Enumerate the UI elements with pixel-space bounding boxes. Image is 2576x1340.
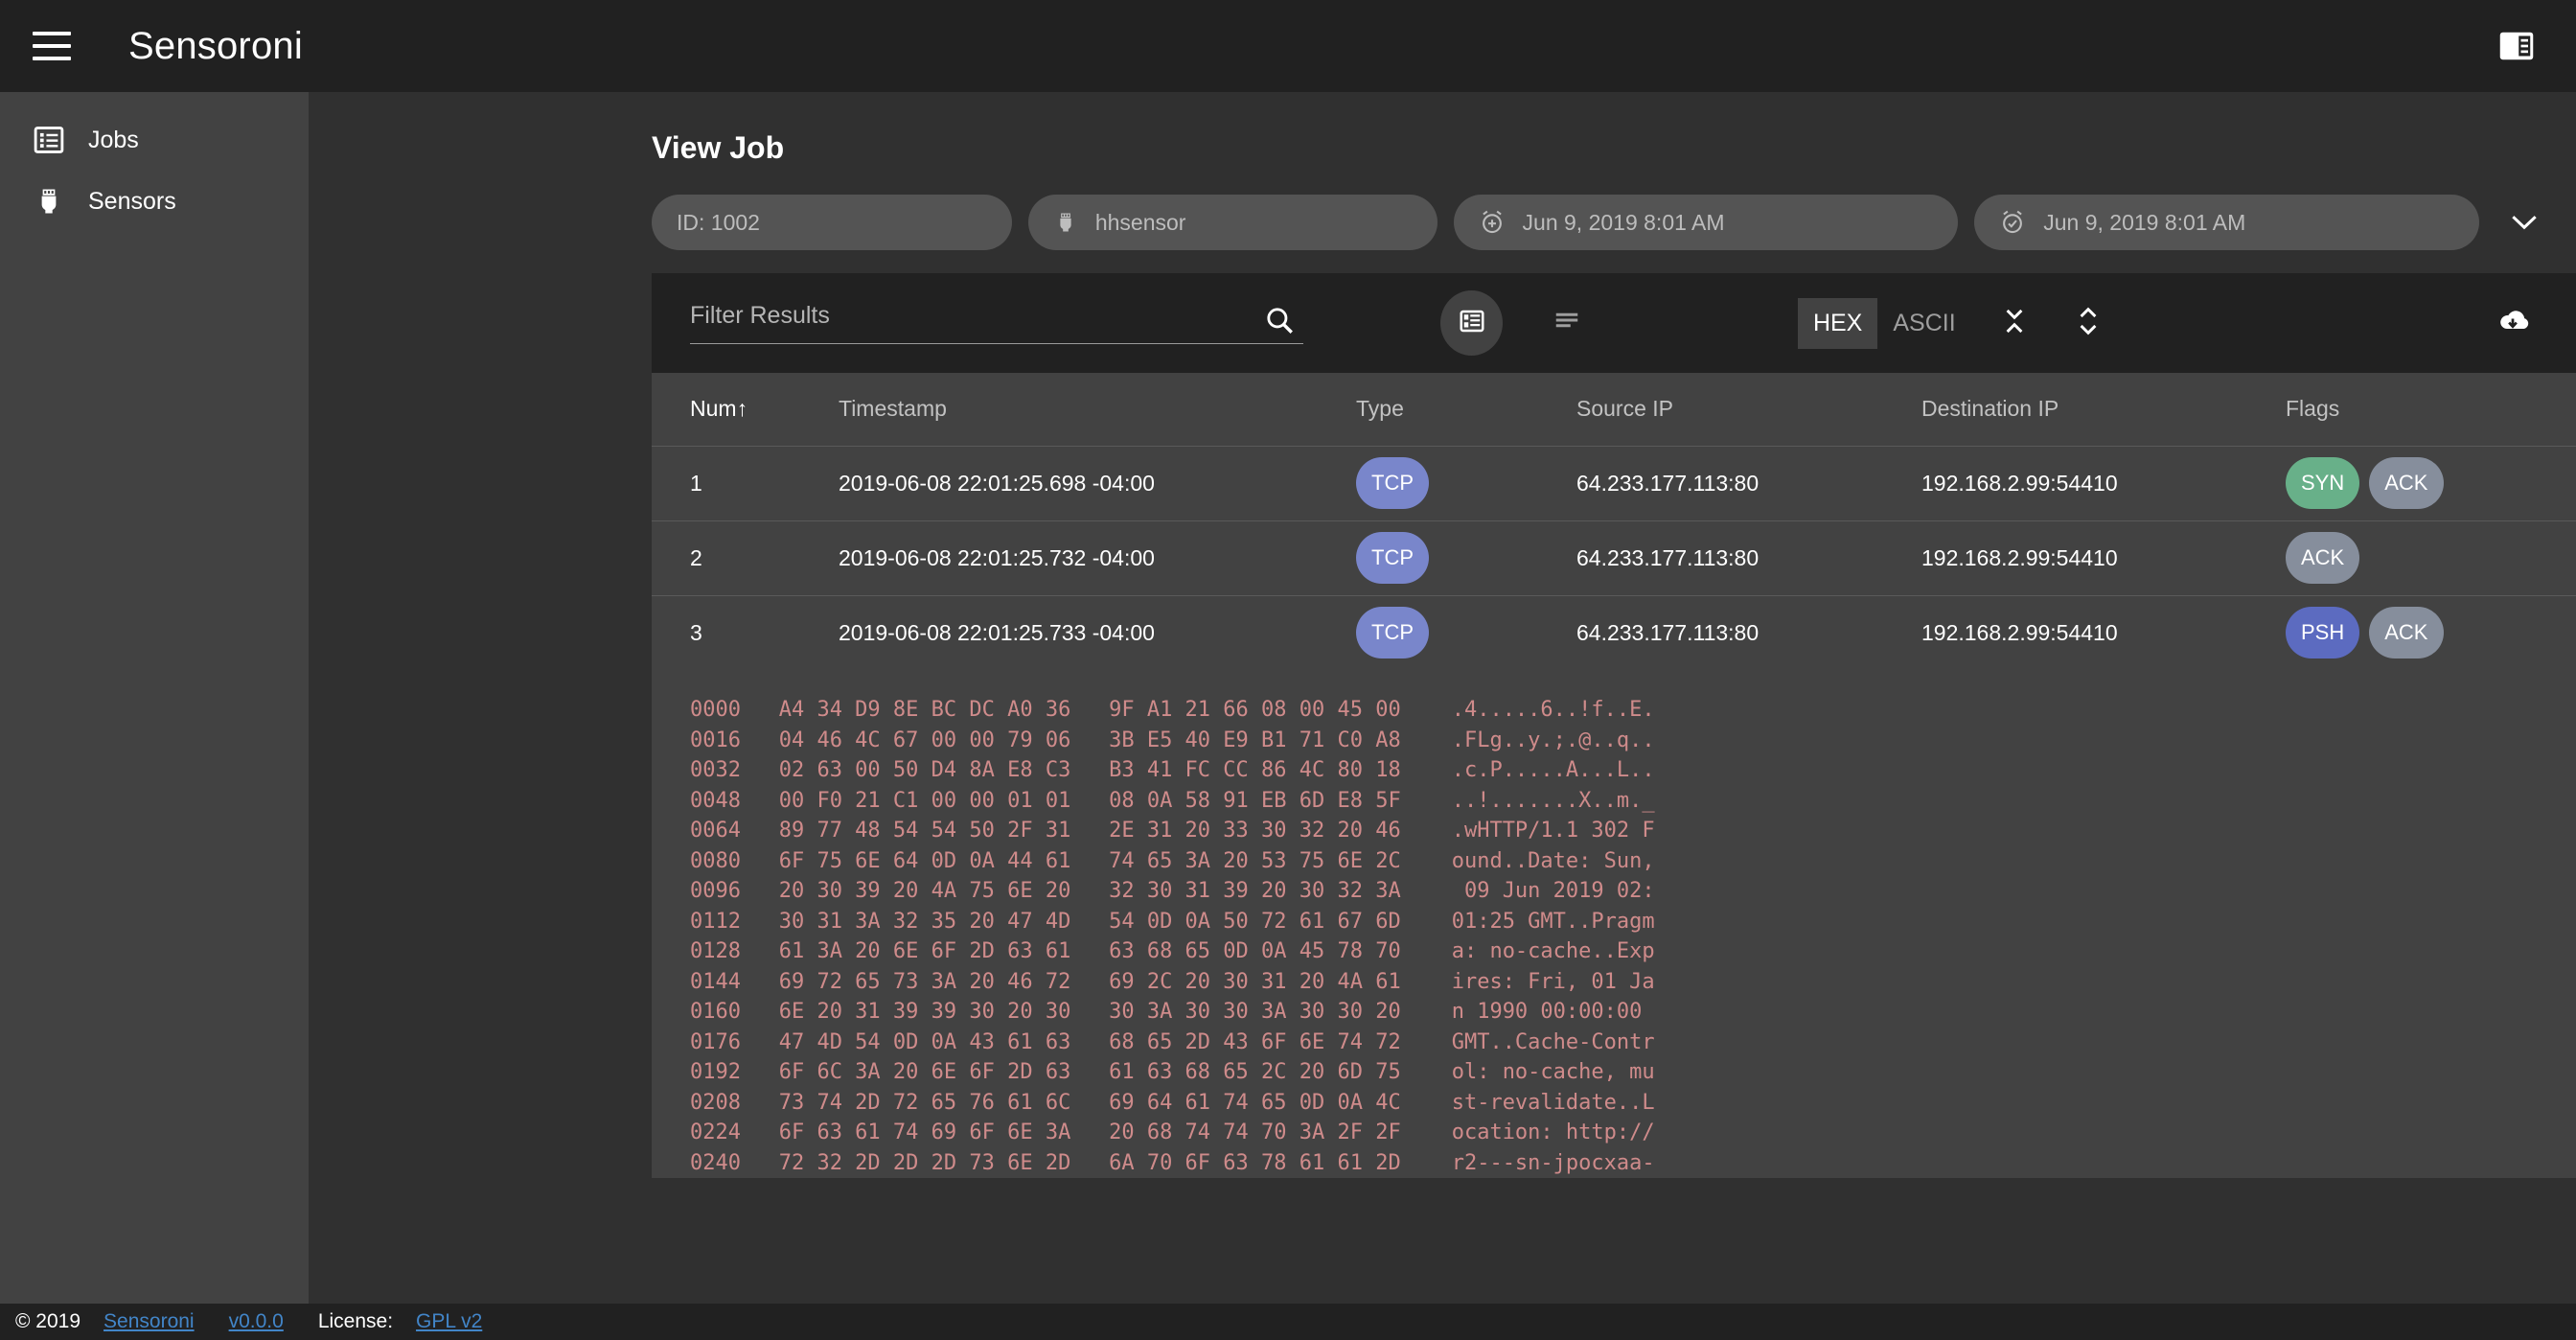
format-option-ascii[interactable]: ASCII [1877,298,1970,349]
hamburger-menu-icon[interactable] [33,21,82,71]
chip-label: Jun 9, 2019 8:01 AM [1522,209,1725,235]
table-row[interactable]: 1 2019-06-08 22:01:25.698 -04:00 TCP 64.… [652,445,2576,520]
flag-badge: ACK [2286,532,2360,584]
column-label: Num [690,396,737,422]
alarm-add-icon [1479,209,1506,236]
main-content: View Job ID: 1002 hhsensor Jun 9, 2019 8… [309,92,2576,1340]
sidebar-item-jobs[interactable]: Jobs [0,109,309,171]
cell-destination-ip: 192.168.2.99:54410 [1921,594,2286,670]
column-header-source-ip[interactable]: Source IP [1576,373,1921,446]
top-app-bar: Sensoroni [0,0,2576,92]
sort-ascending-icon: ↑ [736,396,748,422]
chip-start-time[interactable]: Jun 9, 2019 8:01 AM [1453,195,1959,250]
sensor-device-icon [19,185,79,218]
footer-license-label: License: [317,1310,394,1332]
cell-destination-ip: 192.168.2.99:54410 [1921,520,2286,595]
cloud-download-icon [2493,306,2533,341]
flag-badge: ACK [2369,457,2444,509]
footer-brand-link[interactable]: Sensoroni [104,1310,195,1333]
cell-timestamp: 2019-06-08 22:01:25.698 -04:00 [839,445,1356,520]
list-alt-icon [19,124,79,156]
cell-flags: SYN ACK [2286,445,2576,520]
column-header-flags[interactable]: Flags [2286,373,2576,446]
collapse-all-button[interactable] [1985,291,2045,355]
flag-badge: PSH [2286,607,2360,659]
cell-source-ip: 64.233.177.113:80 [1576,520,1921,595]
chip-job-id[interactable]: ID: 1002 [652,195,1012,250]
protocol-badge: TCP [1356,457,1429,509]
collapse-all-icon [2002,306,2027,341]
chip-sensor[interactable]: hhsensor [1027,195,1438,250]
cell-flags: ACK [2286,520,2576,595]
sidebar-item-label: Jobs [88,126,139,153]
format-toggle-group: HEX ASCII [1797,297,1971,349]
cell-timestamp: 2019-06-08 22:01:25.733 -04:00 [839,594,1356,670]
expand-all-button[interactable] [2058,291,2119,355]
body-row: Jobs Sensors View Job ID: 1002 hhsensor … [0,92,2576,1340]
packet-table: Num↑ Timestamp Type Source IP Destinatio… [652,373,2576,670]
search-icon[interactable] [1263,304,1296,341]
right-panel-toggle-icon[interactable] [2490,19,2543,73]
cell-source-ip: 64.233.177.113:80 [1576,445,1921,520]
filter-results-field[interactable]: Filter Results [690,302,1303,344]
cell-type: TCP [1356,445,1576,520]
packet-table-head: Num↑ Timestamp Type Source IP Destinatio… [652,373,2576,446]
column-header-destination-ip[interactable]: Destination IP [1921,373,2286,446]
cell-timestamp: 2019-06-08 22:01:25.732 -04:00 [839,520,1356,595]
cell-num: 2 [652,520,839,595]
list-view-icon [1552,307,1581,340]
sidebar-item-label: Sensors [88,187,176,215]
column-header-timestamp[interactable]: Timestamp [839,373,1356,446]
cell-num: 3 [652,594,839,670]
cell-num: 1 [652,445,839,520]
cell-type: TCP [1356,520,1576,595]
footer-copyright: © 2019 [15,1310,81,1332]
footer-license-link[interactable]: GPL v2 [416,1310,482,1333]
view-table-button[interactable] [1440,290,1504,356]
packet-table-body: 1 2019-06-08 22:01:25.698 -04:00 TCP 64.… [652,445,2576,670]
cell-destination-ip: 192.168.2.99:54410 [1921,445,2286,520]
alarm-check-icon [1999,209,2026,236]
table-header-row: Num↑ Timestamp Type Source IP Destinatio… [652,373,2576,446]
chip-label: ID: 1002 [677,209,760,235]
results-card: Filter Results HEX ASCII Num↑ Timestamp … [652,273,2576,1178]
job-summary-chips: ID: 1002 hhsensor Jun 9, 2019 8:01 AM Ju… [309,163,2576,250]
table-row[interactable]: 3 2019-06-08 22:01:25.733 -04:00 TCP 64.… [652,594,2576,670]
chevron-down-icon[interactable] [2496,214,2553,231]
column-header-num[interactable]: Num↑ [652,373,839,446]
expand-all-icon [2076,306,2101,341]
sensor-device-icon [1053,210,1078,235]
chip-label: Jun 9, 2019 8:01 AM [2043,209,2246,235]
flag-badge: ACK [2369,607,2444,659]
page-title: View Job [652,130,785,165]
filter-input-placeholder: Filter Results [690,302,830,329]
chip-end-time[interactable]: Jun 9, 2019 8:01 AM [1974,195,2479,250]
app-root: Sensoroni Jobs Sensors View Job ID: 1002… [0,0,2576,1340]
footer-version-link[interactable]: v0.0.0 [229,1310,284,1333]
download-button[interactable] [2483,291,2543,355]
protocol-badge: TCP [1356,607,1429,659]
table-row[interactable]: 2 2019-06-08 22:01:25.732 -04:00 TCP 64.… [652,520,2576,595]
protocol-badge: TCP [1356,532,1429,584]
packet-hex-dump: 0000 A4 34 D9 8E BC DC A0 36 9F A1 21 66… [652,670,2576,1178]
flag-badge: SYN [2286,457,2360,509]
filter-underline [690,343,1303,344]
footer-bar: © 2019 Sensoroni v0.0.0 License: GPL v2 [0,1304,2576,1340]
table-view-icon [1458,307,1486,340]
sidebar-item-sensors[interactable]: Sensors [0,171,309,232]
cell-flags: PSH ACK [2286,594,2576,670]
sidebar-nav: Jobs Sensors [0,92,309,1340]
column-header-type[interactable]: Type [1356,373,1576,446]
results-toolbar: Filter Results HEX ASCII [652,273,2576,373]
cell-source-ip: 64.233.177.113:80 [1576,594,1921,670]
view-list-button[interactable] [1536,290,1598,356]
chip-label: hhsensor [1094,209,1186,235]
cell-type: TCP [1356,594,1576,670]
format-option-hex[interactable]: HEX [1797,297,1878,349]
app-title: Sensoroni [128,24,303,67]
